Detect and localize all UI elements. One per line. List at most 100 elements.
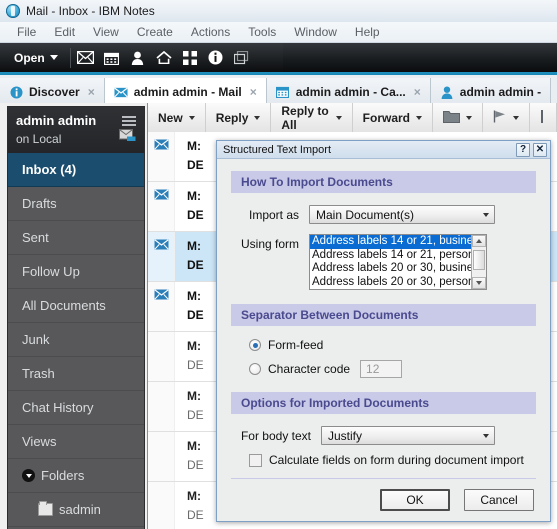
- window-title: Mail - Inbox - IBM Notes: [26, 4, 155, 18]
- tab-contacts[interactable]: admin admin -: [430, 78, 552, 106]
- notes-window: Mail - Inbox - IBM Notes File Edit View …: [0, 0, 557, 529]
- scroll-down-icon[interactable]: [472, 277, 486, 289]
- reply-button[interactable]: Reply: [206, 103, 272, 132]
- tab-mail[interactable]: admin admin - Mail ×: [104, 78, 267, 106]
- contacts-icon[interactable]: [125, 47, 151, 69]
- section-header-options: Options for Imported Documents: [231, 392, 536, 414]
- info-icon: [9, 85, 23, 99]
- info-icon[interactable]: [203, 47, 229, 69]
- scrollbar-thumb[interactable]: [473, 250, 485, 270]
- sidebar-item-chat-history[interactable]: Chat History: [8, 391, 144, 425]
- using-form-label: Using form: [240, 237, 299, 251]
- home-icon[interactable]: [151, 47, 177, 69]
- twisty-down-icon[interactable]: [22, 469, 35, 482]
- unread-mail-icon: [153, 239, 169, 253]
- menu-create[interactable]: Create: [128, 22, 182, 42]
- sidebar-item-label: Inbox (4): [22, 162, 77, 177]
- close-icon[interactable]: ×: [88, 85, 95, 99]
- new-button[interactable]: New: [148, 103, 206, 132]
- mail-icon: [114, 85, 128, 99]
- mail-icon[interactable]: [73, 47, 99, 69]
- calculate-fields-checkbox[interactable]: [249, 453, 262, 467]
- menu-actions[interactable]: Actions: [182, 22, 239, 42]
- folder-icon: [38, 501, 53, 516]
- sidebar-item-folders[interactable]: Folders: [8, 459, 144, 493]
- form-feed-radio-row[interactable]: Form-feed: [249, 338, 536, 352]
- sidebar-item-follow-up[interactable]: Follow Up: [8, 255, 144, 289]
- tab-label: admin admin - Ca...: [295, 85, 406, 99]
- applications-icon[interactable]: [177, 47, 203, 69]
- character-code-radio-row[interactable]: Character code 12: [249, 360, 536, 378]
- menu-tools[interactable]: Tools: [239, 22, 285, 42]
- sidebar-item-junk[interactable]: Junk: [8, 323, 144, 357]
- close-icon[interactable]: ×: [250, 85, 257, 99]
- listbox-scrollbar[interactable]: [471, 235, 486, 289]
- help-icon[interactable]: ?: [516, 142, 530, 157]
- calculate-fields-label: Calculate fields on form during document…: [269, 453, 524, 467]
- using-form-listbox[interactable]: Address labels 14 or 21, busines Address…: [309, 234, 487, 290]
- menu-window[interactable]: Window: [285, 22, 346, 42]
- tab-calendar[interactable]: admin admin - Ca... ×: [266, 78, 431, 106]
- sidebar-item-label: Folders: [41, 468, 85, 483]
- tab-discover[interactable]: Discover ×: [0, 78, 105, 106]
- forward-button[interactable]: Forward: [353, 103, 433, 132]
- list-item[interactable]: Address labels 20 or 30, busines: [310, 262, 471, 276]
- folder-icon: [443, 110, 460, 126]
- toolbar-divider: [69, 47, 71, 68]
- sidebar-item-views[interactable]: Views: [8, 425, 144, 459]
- form-feed-radio[interactable]: [249, 339, 261, 351]
- cancel-button[interactable]: Cancel: [464, 489, 534, 511]
- chevron-down-icon: [483, 212, 489, 217]
- move-to-folder-button[interactable]: [433, 103, 483, 132]
- menu-edit[interactable]: Edit: [45, 22, 84, 42]
- main-toolbar: Open: [0, 43, 557, 72]
- character-code-input[interactable]: 12: [360, 360, 403, 378]
- list-item[interactable]: Address labels 14 or 21, persona: [310, 249, 471, 263]
- character-code-radio[interactable]: [249, 363, 261, 375]
- chevron-down-icon: [335, 115, 342, 120]
- chevron-down-icon: [483, 433, 489, 438]
- more-actions-button[interactable]: [530, 103, 557, 132]
- menu-help[interactable]: Help: [346, 22, 389, 42]
- chevron-down-icon: [466, 115, 472, 120]
- menu-view[interactable]: View: [84, 22, 128, 42]
- tab-label: admin admin -: [459, 85, 542, 99]
- sidebar-item-sadmin[interactable]: sadmin: [8, 493, 144, 527]
- list-item[interactable]: Address labels 14 or 21, busines: [310, 235, 471, 249]
- form-feed-label: Form-feed: [268, 338, 324, 352]
- calculate-fields-row[interactable]: Calculate fields on form during document…: [249, 453, 536, 467]
- forward-button-label: Forward: [362, 110, 410, 125]
- hamburger-icon[interactable]: [122, 115, 136, 126]
- navigator-user: admin admin: [16, 113, 97, 128]
- sidebar-item-drafts[interactable]: Drafts: [8, 187, 144, 221]
- follow-up-flag-button[interactable]: [483, 103, 530, 132]
- windows-icon[interactable]: [229, 47, 255, 69]
- row-status-gutter: [148, 282, 175, 331]
- contacts-icon: [440, 85, 454, 99]
- close-icon[interactable]: ×: [414, 85, 421, 99]
- chevron-down-icon: [416, 115, 422, 120]
- sidebar-item-inbox[interactable]: Inbox (4): [8, 153, 144, 187]
- body-text-label: For body text: [240, 429, 311, 443]
- ok-button[interactable]: OK: [380, 489, 450, 511]
- list-item[interactable]: Address labels 20 or 30, persona: [310, 276, 471, 289]
- chevron-down-icon: [254, 115, 261, 120]
- menu-file[interactable]: File: [8, 22, 45, 42]
- scrollbar-track[interactable]: [472, 247, 486, 277]
- scroll-up-icon[interactable]: [472, 235, 486, 247]
- structured-text-import-dialog: Structured Text Import ? ✕ How To Import…: [216, 140, 551, 522]
- import-as-select[interactable]: Main Document(s): [309, 205, 495, 224]
- body-text-row: For body text Justify: [231, 426, 536, 445]
- sidebar-item-all-documents[interactable]: All Documents: [8, 289, 144, 323]
- close-icon[interactable]: ✕: [533, 142, 547, 157]
- open-button[interactable]: Open: [8, 49, 64, 67]
- dialog-titlebar: Structured Text Import ? ✕: [217, 141, 550, 159]
- menubar: File Edit View Create Actions Tools Wind…: [0, 22, 557, 43]
- body-text-select[interactable]: Justify: [321, 426, 495, 445]
- calendar-icon[interactable]: [99, 47, 125, 69]
- section-header-how-to-import: How To Import Documents: [231, 171, 536, 193]
- character-code-label: Character code: [268, 362, 351, 376]
- sidebar-item-trash[interactable]: Trash: [8, 357, 144, 391]
- reply-to-all-button[interactable]: Reply to All: [271, 103, 353, 132]
- sidebar-item-sent[interactable]: Sent: [8, 221, 144, 255]
